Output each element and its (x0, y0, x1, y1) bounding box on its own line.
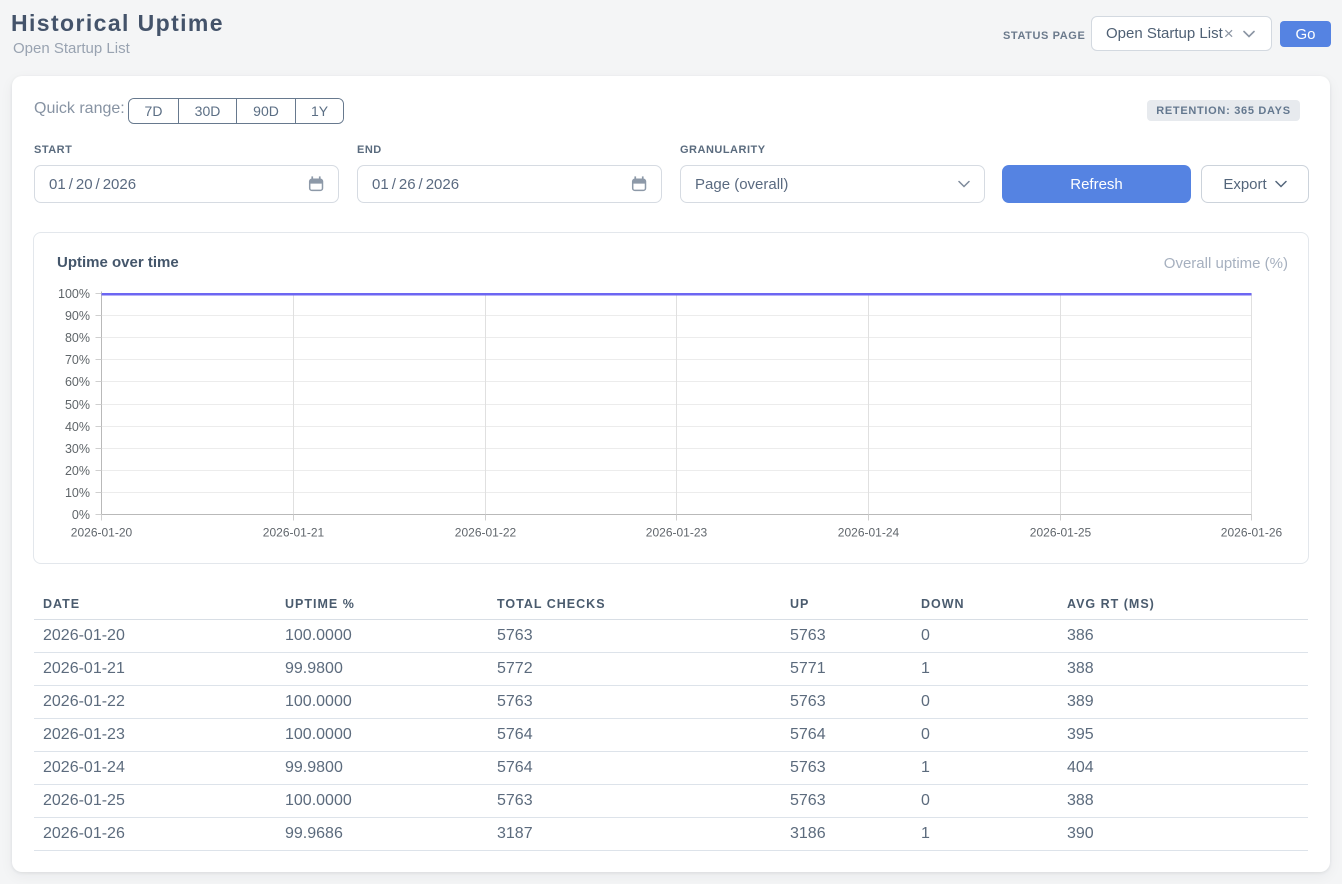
svg-text:60%: 60% (65, 375, 90, 389)
svg-text:2026-01-23: 2026-01-23 (646, 526, 708, 540)
svg-text:2026-01-22: 2026-01-22 (455, 526, 517, 540)
svg-text:30%: 30% (65, 442, 90, 456)
svg-text:40%: 40% (65, 420, 90, 434)
svg-text:2026-01-25: 2026-01-25 (1030, 526, 1092, 540)
svg-text:2026-01-20: 2026-01-20 (71, 526, 133, 540)
svg-text:90%: 90% (65, 309, 90, 323)
svg-text:10%: 10% (65, 486, 90, 500)
svg-text:100%: 100% (58, 287, 90, 301)
svg-text:80%: 80% (65, 331, 90, 345)
svg-text:2026-01-21: 2026-01-21 (263, 526, 325, 540)
svg-text:0%: 0% (72, 508, 90, 522)
svg-text:70%: 70% (65, 353, 90, 367)
svg-text:50%: 50% (65, 398, 90, 412)
svg-text:20%: 20% (65, 464, 90, 478)
svg-text:2026-01-24: 2026-01-24 (838, 526, 900, 540)
svg-text:2026-01-26: 2026-01-26 (1221, 526, 1283, 540)
